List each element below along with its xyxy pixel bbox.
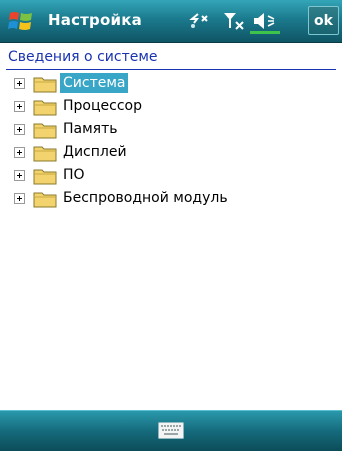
window-title: Настройка xyxy=(48,11,142,29)
status-icons[interactable] xyxy=(184,8,302,34)
tree-view[interactable]: Система Процессор Память Дисплей ПО Бесп… xyxy=(0,72,342,210)
folder-icon xyxy=(33,192,57,208)
expand-icon[interactable] xyxy=(14,147,25,158)
keyboard-icon[interactable] xyxy=(158,422,184,439)
folder-icon xyxy=(33,77,57,93)
title-bar: Настройка ok xyxy=(0,0,342,43)
tree-item-processor[interactable]: Процессор xyxy=(0,95,342,118)
folder-icon xyxy=(33,123,57,139)
tree-item-label: Дисплей xyxy=(63,144,127,160)
bottom-bar xyxy=(0,410,342,451)
ok-button[interactable]: ok xyxy=(308,6,339,35)
volume-off-icon xyxy=(250,13,280,34)
tree-item-display[interactable]: Дисплей xyxy=(0,141,342,164)
expand-icon[interactable] xyxy=(14,101,25,112)
windows-start-icon[interactable] xyxy=(6,6,36,36)
tree-item-memory[interactable]: Память xyxy=(0,118,342,141)
header-divider xyxy=(6,69,336,70)
tree-item-label: Система xyxy=(60,73,129,93)
tree-item-software[interactable]: ПО xyxy=(0,164,342,187)
expand-icon[interactable] xyxy=(14,124,25,135)
folder-icon xyxy=(33,100,57,116)
tree-item-wireless[interactable]: Беспроводной модуль xyxy=(0,187,342,210)
tree-item-label: Процессор xyxy=(63,98,142,114)
folder-icon xyxy=(33,169,57,185)
expand-icon[interactable] xyxy=(14,78,25,89)
connectivity-icon xyxy=(189,13,208,28)
tree-item-label: Память xyxy=(63,121,118,137)
tree-item-system[interactable]: Система xyxy=(0,72,342,95)
expand-icon[interactable] xyxy=(14,170,25,181)
expand-icon[interactable] xyxy=(14,193,25,204)
tree-item-label: Беспроводной модуль xyxy=(63,190,228,206)
tree-item-label: ПО xyxy=(63,167,85,183)
signal-off-icon xyxy=(224,13,244,30)
folder-icon xyxy=(33,146,57,162)
page-title: Сведения о системе xyxy=(8,49,158,65)
